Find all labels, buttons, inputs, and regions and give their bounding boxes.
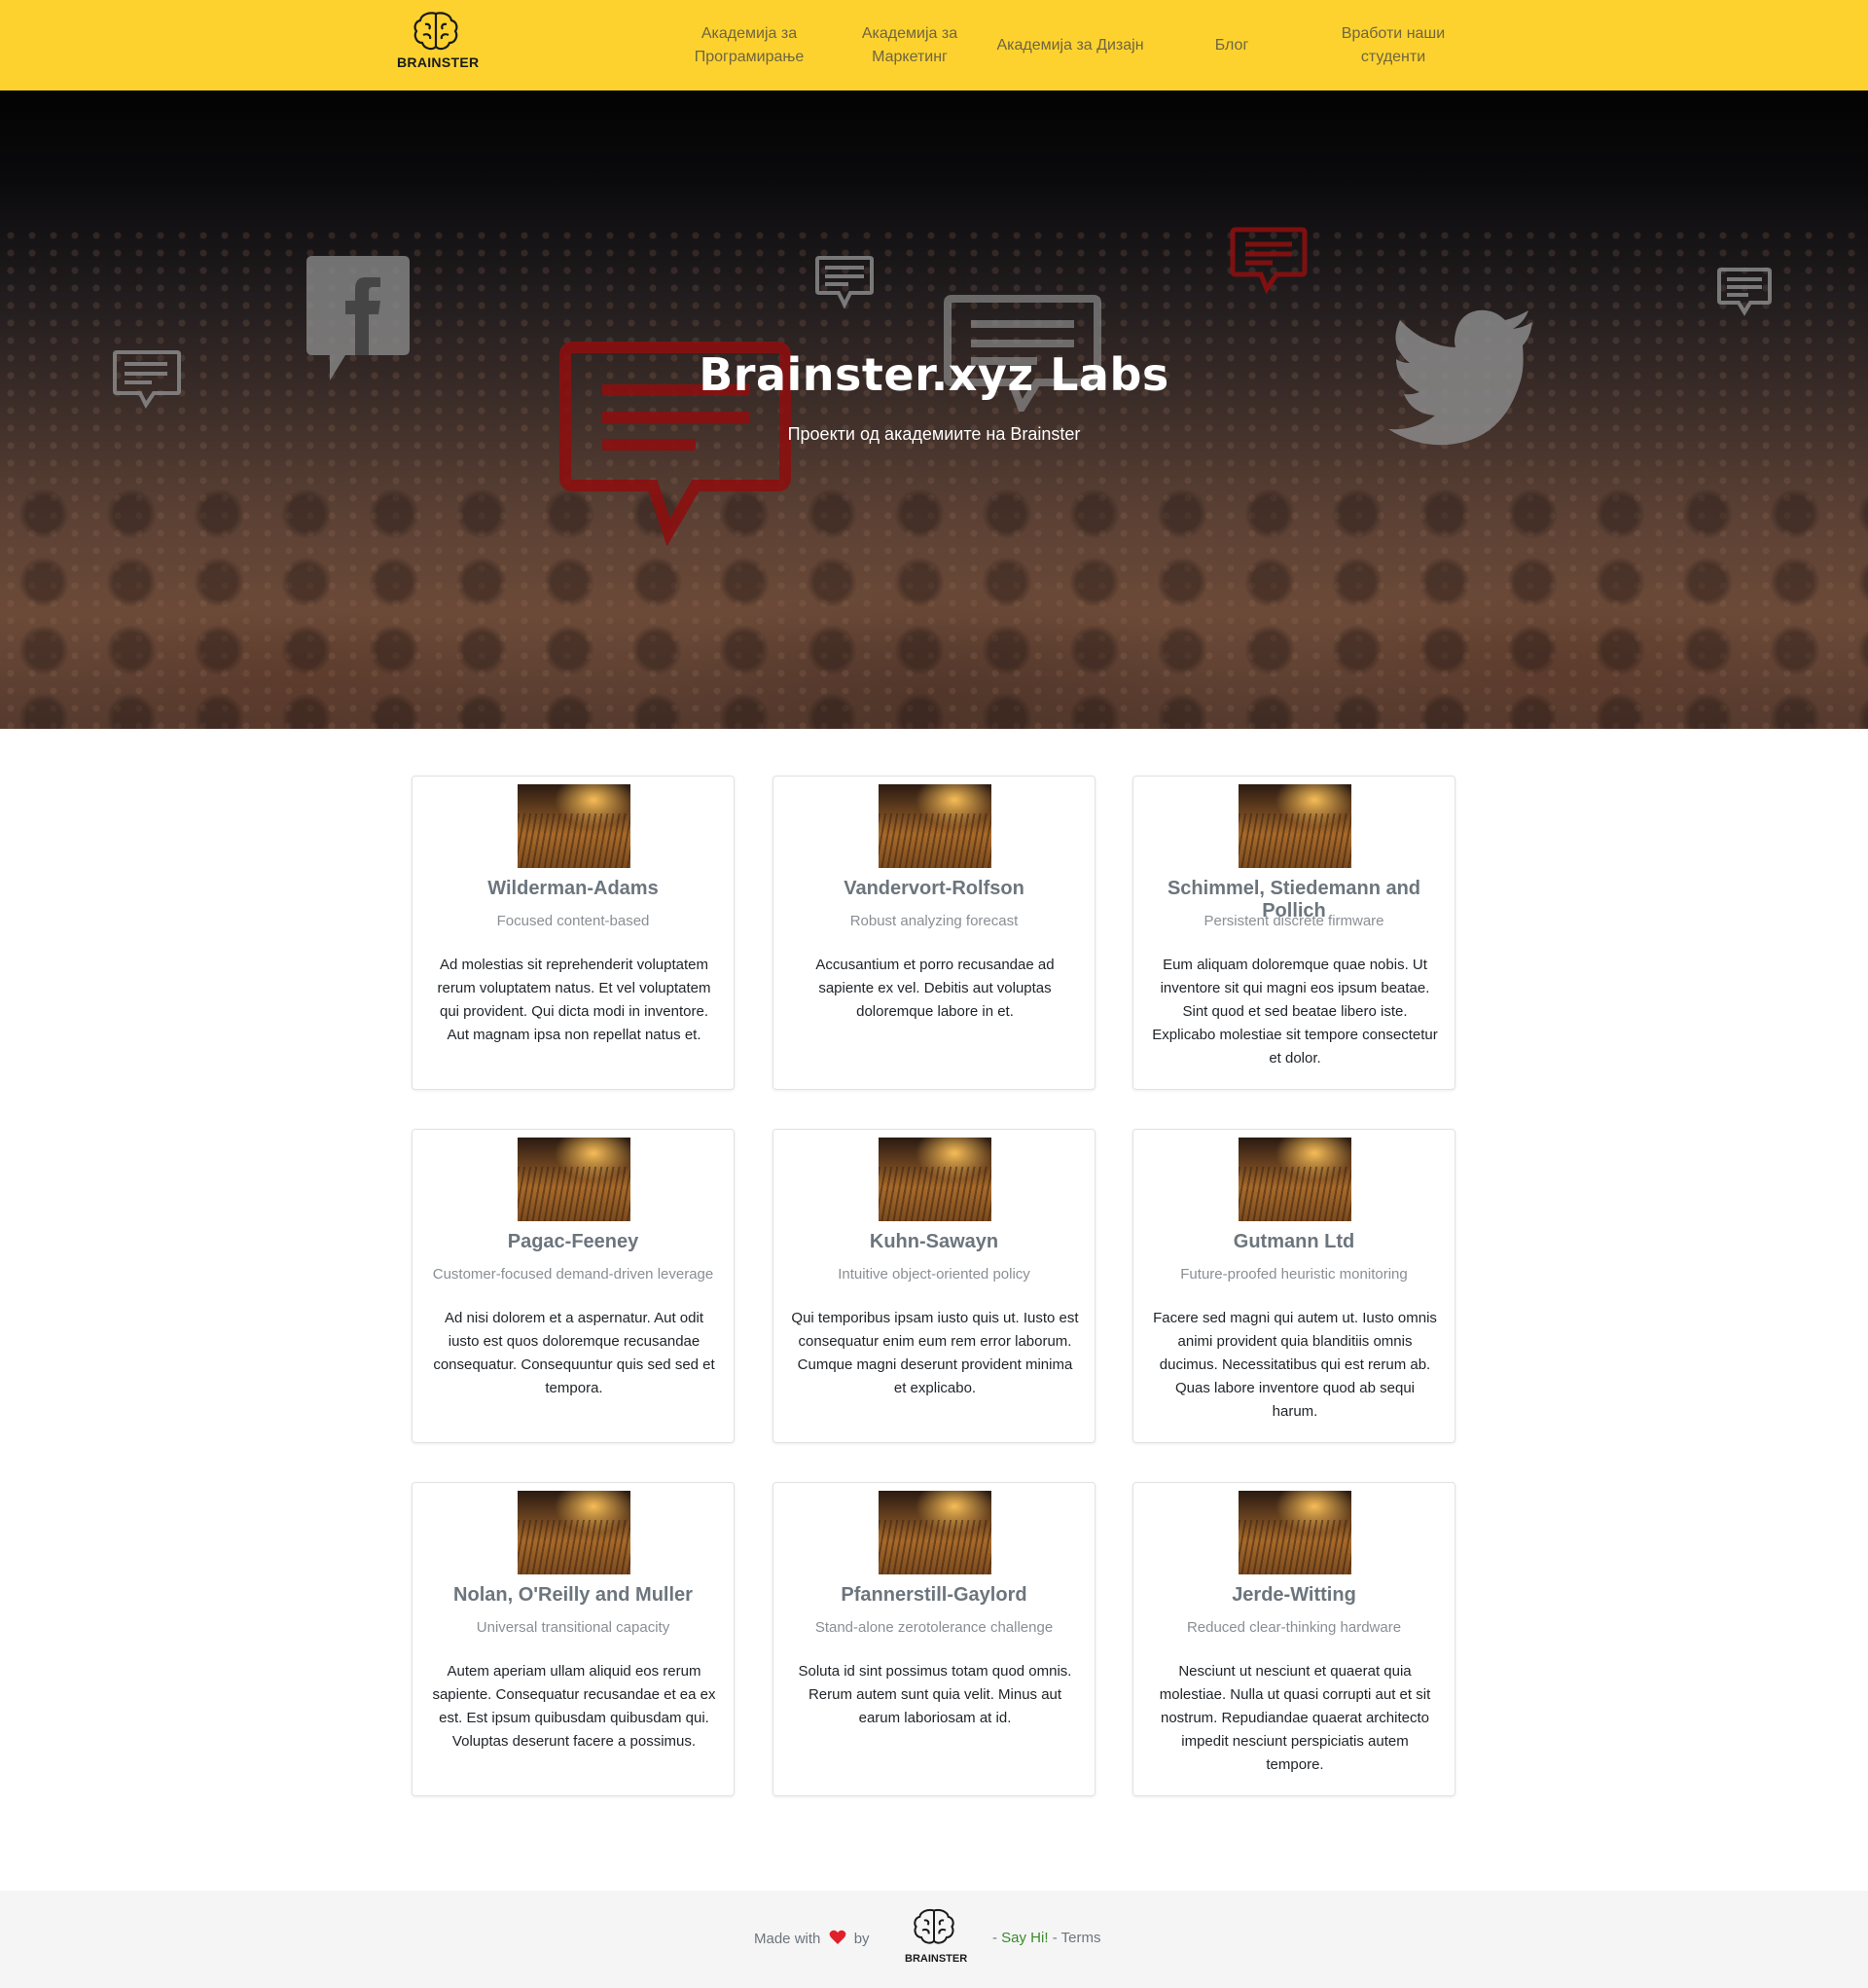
project-card[interactable]: Pagac-Feeney Customer-focused demand-dri… — [412, 1129, 735, 1443]
top-navbar: BRAINSTER Академија за Програмирање Акад… — [0, 0, 1868, 90]
project-description: Ad nisi dolorem et a aspernatur. Aut odi… — [433, 1310, 715, 1396]
hero-title: Brainster.xyz Labs — [699, 348, 1169, 401]
project-card[interactable]: Kuhn-Sawayn Intuitive object-oriented po… — [772, 1129, 1096, 1443]
project-thumbnail — [879, 784, 991, 868]
nav-marketing-academy[interactable]: Академија за Маркетинг — [832, 0, 988, 90]
project-subtitle: Intuitive object-oriented policy — [838, 1266, 1030, 1283]
project-thumbnail — [518, 1491, 630, 1574]
project-card[interactable]: Pfannerstill-Gaylord Stand-alone zerotol… — [772, 1482, 1096, 1796]
chat-bubble-icon — [1717, 268, 1772, 316]
project-title: Jerde-Witting — [1232, 1584, 1356, 1606]
project-thumbnail — [1239, 1138, 1351, 1221]
nav-blog[interactable]: Блог — [1154, 0, 1310, 90]
footer-brainster-logo[interactable]: BRAINSTER — [905, 1906, 968, 1965]
project-card[interactable]: Vandervort-Rolfson Robust analyzing fore… — [772, 776, 1096, 1090]
project-title: Gutmann Ltd — [1233, 1231, 1355, 1252]
hero-subtitle: Проекти од академиите на Brainster — [787, 424, 1081, 444]
project-card[interactable]: Gutmann Ltd Future-proofed heuristic mon… — [1132, 1129, 1455, 1443]
nav-hire-students[interactable]: Вработи наши студенти — [1315, 0, 1471, 90]
separator: - — [1052, 1930, 1058, 1946]
brain-icon — [413, 12, 458, 51]
made-with-label: Made with — [754, 1931, 821, 1947]
project-subtitle: Robust analyzing forecast — [849, 913, 1019, 929]
project-subtitle: Customer-focused demand-driven leverage — [432, 1266, 714, 1283]
project-title: Wilderman-Adams — [487, 878, 659, 899]
project-title: Pfannerstill-Gaylord — [841, 1584, 1027, 1606]
heart-icon — [829, 1930, 845, 1944]
brain-icon — [914, 1908, 954, 1944]
project-description: Autem aperiam ullam aliquid eos rerum sa… — [432, 1663, 716, 1750]
project-thumbnail — [518, 784, 630, 868]
project-subtitle: Stand-alone zerotolerance challenge — [814, 1619, 1054, 1636]
project-description: Qui temporibus ipsam iusto quis ut. Iust… — [791, 1310, 1079, 1396]
project-card[interactable]: Wilderman-Adams Focused content-based Ad… — [412, 776, 735, 1090]
brainster-logo[interactable]: BRAINSTER — [397, 10, 480, 80]
project-description: Nesciunt ut nesciunt et quaerat quia mol… — [1159, 1663, 1431, 1773]
page-footer: Made with by BRAINSTER - Say Hi! - Terms — [0, 1891, 1868, 1988]
project-subtitle: Focused content-based — [496, 913, 650, 929]
footer-logo-text: BRAINSTER — [905, 1953, 968, 1965]
project-description: Facere sed magni qui autem ut. Iusto omn… — [1153, 1310, 1437, 1420]
project-thumbnail — [1239, 1491, 1351, 1574]
project-title: Kuhn-Sawayn — [869, 1231, 999, 1252]
project-thumbnail — [879, 1138, 991, 1221]
chat-bubble-red-icon — [1230, 227, 1308, 295]
by-label: by — [853, 1931, 870, 1947]
separator: - — [992, 1930, 997, 1946]
project-thumbnail — [518, 1138, 630, 1221]
terms-link[interactable]: Terms — [1061, 1930, 1101, 1946]
project-title: Pagac-Feeney — [507, 1231, 639, 1252]
nav-programming-academy[interactable]: Академија за Програмирање — [671, 0, 827, 90]
project-subtitle: Reduced clear-thinking hardware — [1186, 1619, 1402, 1636]
project-description: Ad molestias sit reprehenderit voluptate… — [437, 957, 711, 1043]
say-hi-link[interactable]: Say Hi! — [1001, 1930, 1048, 1946]
project-card[interactable]: Schimmel, Stiedemann and Pollich Persist… — [1132, 776, 1455, 1090]
project-subtitle: Universal transitional capacity — [476, 1619, 670, 1636]
project-thumbnail — [1239, 784, 1351, 868]
chat-bubble-icon — [815, 256, 874, 308]
footer-links: - Say Hi! - Terms — [992, 1930, 1100, 1946]
project-description: Soluta id sint possimus totam quod omnis… — [798, 1663, 1072, 1726]
nav-design-academy[interactable]: Академија за Дизајн — [992, 0, 1148, 90]
made-with-text: Made with by — [754, 1930, 870, 1947]
project-card[interactable]: Nolan, O'Reilly and Muller Universal tra… — [412, 1482, 735, 1796]
hero-banner: Brainster.xyz Labs Проекти од академиите… — [0, 90, 1868, 729]
project-subtitle: Persistent discrete firmware — [1203, 913, 1384, 929]
project-subtitle: Future-proofed heuristic monitoring — [1180, 1266, 1408, 1283]
project-description: Eum aliquam doloremque quae nobis. Ut in… — [1152, 957, 1438, 1066]
logo-text: BRAINSTER — [397, 54, 480, 70]
project-card[interactable]: Jerde-Witting Reduced clear-thinking har… — [1132, 1482, 1455, 1796]
project-thumbnail — [879, 1491, 991, 1574]
project-description: Accusantium et porro recusandae ad sapie… — [815, 957, 1055, 1020]
project-title: Vandervort-Rolfson — [844, 878, 1024, 899]
project-title: Nolan, O'Reilly and Muller — [453, 1584, 693, 1606]
